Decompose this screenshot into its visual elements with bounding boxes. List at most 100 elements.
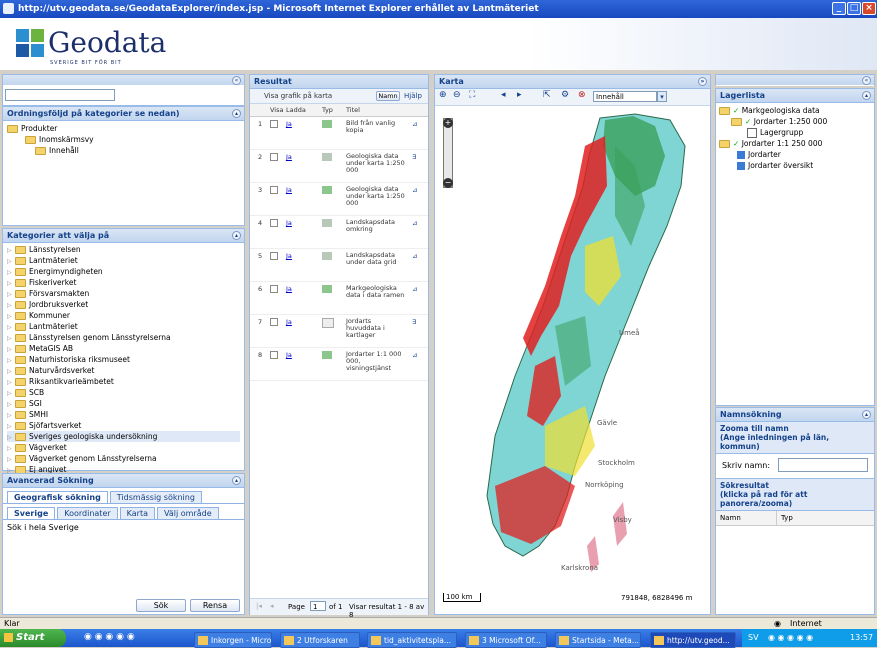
collapse-right-icon[interactable]: » bbox=[698, 77, 707, 86]
tree-item[interactable]: Inomskärmsvy bbox=[7, 134, 240, 145]
clear-button[interactable]: Rensa bbox=[190, 599, 240, 612]
checkbox-checked-icon[interactable]: ✓ bbox=[745, 117, 751, 126]
taskbar-item[interactable]: 2 Utforskaren bbox=[280, 632, 360, 648]
category-item[interactable]: ▷ Naturvårdsverket bbox=[7, 365, 240, 376]
col-visa[interactable]: Visa bbox=[270, 106, 283, 114]
zoom-plus-icon[interactable]: + bbox=[443, 118, 453, 128]
map-canvas[interactable]: + − Umeå Gävle Stockholm Norrköping Visb… bbox=[435, 106, 710, 614]
table-row[interactable]: 7 Ja Jordarts huvuddata i kartlager ∃ bbox=[250, 315, 428, 348]
expand-arrow-icon[interactable]: ▷ bbox=[7, 355, 15, 366]
table-row[interactable]: 4 Ja Landskapsdata omkring ⊿ bbox=[250, 216, 428, 249]
chevron-down-icon[interactable]: ▾ bbox=[657, 91, 667, 102]
category-item[interactable]: ▷ SCB bbox=[7, 387, 240, 398]
taskbar-item-active[interactable]: http://utv.geod... bbox=[650, 632, 736, 648]
collapse-right-panel-icon[interactable]: « bbox=[862, 76, 871, 85]
collapse-icon[interactable]: ▴ bbox=[232, 476, 241, 485]
checkbox-checked-icon[interactable]: ✓ bbox=[733, 106, 739, 115]
taskbar-item[interactable]: tid_aktivitetspla... bbox=[367, 632, 457, 648]
table-row[interactable]: 6 Ja Markgeologiska data i data ramen ⊿ bbox=[250, 282, 428, 315]
download-link[interactable]: Ja bbox=[286, 286, 292, 293]
forward-icon[interactable]: ▸ bbox=[517, 90, 522, 100]
zoom-out-icon[interactable]: ⊖ bbox=[453, 90, 461, 100]
checkbox-icon[interactable] bbox=[747, 128, 757, 138]
col-typ[interactable]: Typ bbox=[322, 106, 333, 114]
expand-arrow-icon[interactable]: ▷ bbox=[7, 278, 15, 289]
expand-arrow-icon[interactable]: ▷ bbox=[7, 245, 15, 256]
category-item[interactable]: ▷ Lantmäteriet bbox=[7, 321, 240, 332]
layer-item[interactable]: ✓ Jordarter 1:1 250 000 bbox=[719, 138, 871, 149]
collapse-left-icon[interactable]: « bbox=[232, 76, 241, 85]
tab-geografisk[interactable]: Geografisk sökning bbox=[7, 491, 108, 503]
quicklaunch-icons[interactable]: ◉ ◉ ◉ ◉ ◉ bbox=[84, 632, 135, 642]
download-link[interactable]: Ja bbox=[286, 187, 292, 194]
col-typ[interactable]: Typ bbox=[776, 511, 793, 525]
download-link[interactable]: Ja bbox=[286, 154, 292, 161]
category-item[interactable]: ▷ SMHI bbox=[7, 409, 240, 420]
tree-item[interactable]: Produkter bbox=[7, 123, 240, 134]
collapse-icon[interactable]: ▴ bbox=[862, 91, 871, 100]
category-item[interactable]: ▷ Fiskeriverket bbox=[7, 277, 240, 288]
expand-arrow-icon[interactable]: ▷ bbox=[7, 399, 15, 410]
tab-valj-omrade[interactable]: Välj område bbox=[157, 507, 219, 519]
row-checkbox[interactable] bbox=[270, 153, 278, 161]
taskbar-item[interactable]: 3 Microsoft Of... bbox=[465, 632, 547, 648]
expand-arrow-icon[interactable]: ▷ bbox=[7, 377, 15, 388]
table-row[interactable]: 5 Ja Landskapsdata under data grid ⊿ bbox=[250, 249, 428, 282]
download-link[interactable]: Ja bbox=[286, 220, 292, 227]
zoom-slider[interactable]: + − bbox=[443, 118, 453, 188]
maximize-button[interactable]: □ bbox=[847, 2, 861, 15]
language-indicator[interactable]: SV bbox=[748, 629, 759, 647]
tray-icons[interactable]: ◉ ◉ ◉ ◉ ◉ bbox=[768, 629, 813, 647]
page-input[interactable]: 1 bbox=[310, 601, 326, 611]
collapse-icon[interactable]: ▴ bbox=[232, 109, 241, 118]
category-item[interactable]: ▷ Lantmäteriet bbox=[7, 255, 240, 266]
expand-arrow-icon[interactable]: ▷ bbox=[7, 388, 15, 399]
search-button[interactable]: Sök bbox=[136, 599, 186, 612]
layer-item[interactable]: Lagergrupp bbox=[719, 127, 871, 138]
category-item[interactable]: ▷ Jordbruksverket bbox=[7, 299, 240, 310]
zoom-full-icon[interactable]: ⛶ bbox=[469, 90, 475, 100]
first-page-icon[interactable]: |◂ bbox=[256, 602, 262, 610]
zoom-in-icon[interactable]: ⊕ bbox=[439, 90, 447, 100]
collapse-icon[interactable]: ▴ bbox=[232, 231, 241, 240]
table-row[interactable]: 8 Ja Jordarter 1:1 000 000, visningstjänst… bbox=[250, 348, 428, 381]
info-tool-icon[interactable]: ⚙ bbox=[561, 90, 569, 100]
category-item[interactable]: ▷ Länsstyrelsen bbox=[7, 244, 240, 255]
info-icon[interactable]: ⊿ bbox=[412, 253, 417, 260]
tab-sverige[interactable]: Sverige bbox=[7, 507, 56, 519]
download-link[interactable]: Ja bbox=[286, 121, 292, 128]
taskbar-item[interactable]: Inkorgen - Micro... bbox=[194, 632, 272, 648]
row-checkbox[interactable] bbox=[270, 285, 278, 293]
expand-arrow-icon[interactable]: ▷ bbox=[7, 410, 15, 421]
expand-arrow-icon[interactable]: ▷ bbox=[7, 366, 15, 377]
info-icon[interactable]: ⊿ bbox=[412, 121, 417, 128]
map-layer-select[interactable]: Innehåll bbox=[593, 91, 657, 102]
row-checkbox[interactable] bbox=[270, 318, 278, 326]
info-icon[interactable]: ⊿ bbox=[412, 352, 417, 359]
name-search-input[interactable] bbox=[778, 458, 868, 472]
download-link[interactable]: Ja bbox=[286, 253, 292, 260]
category-item[interactable]: ▷ Energimyndigheten bbox=[7, 266, 240, 277]
zoom-minus-icon[interactable]: − bbox=[443, 178, 453, 188]
category-item-selected[interactable]: ▷ Sveriges geologiska undersökning bbox=[7, 431, 240, 442]
layer-item[interactable]: ✓ Markgeologiska data bbox=[719, 105, 871, 116]
row-checkbox[interactable] bbox=[270, 120, 278, 128]
category-item[interactable]: ▷ MetaGIS AB bbox=[7, 343, 240, 354]
quick-search-input[interactable] bbox=[5, 89, 115, 101]
collapse-icon[interactable]: ▴ bbox=[862, 410, 871, 419]
close-button[interactable]: × bbox=[862, 2, 876, 15]
row-checkbox[interactable] bbox=[270, 219, 278, 227]
category-item[interactable]: ▷ Sjöfartsverket bbox=[7, 420, 240, 431]
table-row[interactable]: 3 Ja Geologiska data under karta 1:250 000… bbox=[250, 183, 428, 216]
category-item[interactable]: ▷ Vägverket bbox=[7, 442, 240, 453]
tree-item[interactable]: Innehåll bbox=[7, 145, 240, 156]
row-checkbox[interactable] bbox=[270, 351, 278, 359]
category-item[interactable]: ▷ Naturhistoriska riksmuseet bbox=[7, 354, 240, 365]
clear-tool-icon[interactable]: ⊗ bbox=[578, 90, 586, 100]
download-link[interactable]: Ja bbox=[286, 352, 292, 359]
layer-item[interactable]: Jordarter översikt bbox=[719, 160, 871, 171]
expand-arrow-icon[interactable]: ▷ bbox=[7, 256, 15, 267]
category-item[interactable]: ▷ Riksantikvarieämbetet bbox=[7, 376, 240, 387]
expand-arrow-icon[interactable]: ▷ bbox=[7, 300, 15, 311]
table-row[interactable]: 2 Ja Geologiska data under karta 1:250 000… bbox=[250, 150, 428, 183]
